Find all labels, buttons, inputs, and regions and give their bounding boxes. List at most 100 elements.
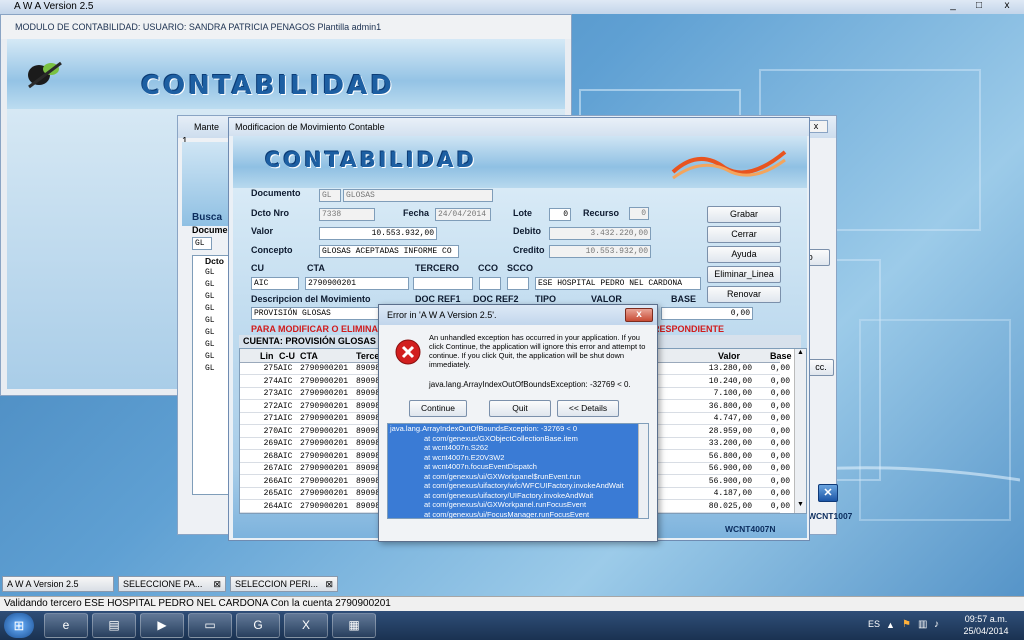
network-icon[interactable]: ▥ bbox=[918, 619, 927, 630]
minimize-button[interactable]: _ bbox=[942, 0, 964, 13]
fecha-field[interactable]: 24/04/2014 bbox=[435, 208, 491, 221]
tray-arrow-icon[interactable]: ▲ bbox=[886, 620, 895, 630]
clock-time[interactable]: 09:57 a.m. bbox=[958, 614, 1014, 624]
mant-row[interactable]: GL bbox=[205, 340, 215, 349]
mant-docume-label: Docume bbox=[192, 225, 228, 235]
eliminar-linea-button[interactable]: Eliminar_Linea bbox=[707, 266, 781, 283]
valor-field[interactable]: 10.553.932,00 bbox=[319, 227, 437, 240]
grabar-button[interactable]: Grabar bbox=[707, 206, 781, 223]
recurso-field[interactable]: 0 bbox=[629, 207, 649, 220]
tercero-label: TERCERO bbox=[415, 263, 460, 273]
dcto-nro-label: Dcto Nro bbox=[251, 208, 289, 218]
trace-scrollbar[interactable] bbox=[638, 424, 648, 518]
cell-valor: 56.900,00 bbox=[708, 464, 752, 473]
error-icon bbox=[395, 339, 421, 365]
cell-valor: 4.187,00 bbox=[713, 489, 752, 498]
ayuda-button[interactable]: Ayuda bbox=[707, 246, 781, 263]
descripcion-label: Descripcion del Movimiento bbox=[251, 294, 371, 304]
excel-icon[interactable]: X bbox=[284, 613, 328, 638]
ie-icon[interactable]: e bbox=[44, 613, 88, 638]
quit-button[interactable]: Quit bbox=[489, 400, 551, 417]
cell-base: 0,00 bbox=[770, 451, 790, 461]
close-button[interactable]: x bbox=[996, 0, 1018, 13]
cell-lin: 274 bbox=[263, 376, 278, 386]
mant-gl-field[interactable]: GL bbox=[192, 237, 212, 250]
scroll-down-icon[interactable]: ▼ bbox=[795, 501, 806, 512]
error-close-button[interactable]: x bbox=[625, 308, 653, 322]
cell-cu: AIC bbox=[278, 401, 293, 411]
doctab-close-icon[interactable]: ⊠ bbox=[325, 577, 333, 591]
doctab-seleccione[interactable]: SELECCIONE PA... ⊠ bbox=[118, 576, 226, 592]
genexus-icon[interactable]: G bbox=[236, 613, 280, 638]
action-center-icon[interactable]: ⚑ bbox=[902, 619, 911, 630]
mant-row[interactable]: GL bbox=[205, 304, 215, 313]
cu-field[interactable]: AIC bbox=[251, 277, 299, 290]
mant-x-icon[interactable]: ✕ bbox=[818, 484, 838, 502]
doctab-awa[interactable]: A W A Version 2.5 bbox=[2, 576, 114, 592]
cerrar-button[interactable]: Cerrar bbox=[707, 226, 781, 243]
cell-valor: 80.025,00 bbox=[708, 501, 752, 511]
cell-lin: 273 bbox=[263, 389, 278, 398]
trace-line: at wcnt4007n.focusEventDispatch bbox=[388, 462, 648, 472]
documento-code-field[interactable]: GL bbox=[319, 189, 341, 202]
awa-logo-icon bbox=[28, 61, 62, 89]
maximize-button[interactable]: □ bbox=[968, 0, 990, 13]
debito-field[interactable]: 3.432.220,00 bbox=[549, 227, 651, 240]
taskbar: ⊞ e ▤ ▶ ▭ G X ▦ ES ▲ ⚑ ▥ ♪ 09:57 a.m. 25… bbox=[0, 611, 1024, 640]
scroll-up-icon[interactable]: ▲ bbox=[795, 349, 806, 360]
cell-cu: AIC bbox=[278, 426, 293, 436]
mant-row[interactable]: GL bbox=[205, 292, 215, 301]
cell-cta: 2790900201 bbox=[300, 451, 349, 461]
tercero-name-field[interactable]: ESE HOSPITAL PEDRO NEL CARDONA bbox=[535, 277, 701, 290]
doctab-seleccion-peri[interactable]: SELECCION PERI... ⊠ bbox=[230, 576, 338, 592]
doctab-close-icon[interactable]: ⊠ bbox=[213, 577, 221, 591]
start-button[interactable]: ⊞ bbox=[4, 613, 34, 638]
modif-banner: CONTABILIDAD bbox=[233, 136, 807, 188]
scco-label: SCCO bbox=[507, 263, 534, 273]
concepto-field[interactable]: GLOSAS ACEPTADAS INFORME CO bbox=[319, 245, 459, 258]
renovar-button[interactable]: Renovar bbox=[707, 286, 781, 303]
error-dialog: Error in 'A W A Version 2.5'. x An unhan… bbox=[378, 304, 658, 542]
mant-row[interactable]: GL bbox=[205, 280, 215, 289]
mant-row[interactable]: GL bbox=[205, 364, 215, 373]
continue-button[interactable]: Continue bbox=[409, 400, 467, 417]
lote-field[interactable]: 0 bbox=[549, 208, 571, 221]
mant-row[interactable]: GL bbox=[205, 328, 215, 337]
mant-cc-button[interactable]: cc. bbox=[808, 359, 834, 376]
cell-lin: 271 bbox=[263, 414, 278, 423]
grid-scrollbar[interactable]: ▲ ▼ bbox=[794, 349, 806, 513]
explorer-icon[interactable]: ▤ bbox=[92, 613, 136, 638]
mant-row[interactable]: GL bbox=[205, 268, 215, 277]
mant-row[interactable]: GL bbox=[205, 316, 215, 325]
media-player-icon[interactable]: ▶ bbox=[140, 613, 184, 638]
cell-base: 0,00 bbox=[770, 401, 790, 411]
cco-field[interactable] bbox=[479, 277, 501, 290]
credito-field[interactable]: 10.553.932,00 bbox=[549, 245, 651, 258]
details-button[interactable]: << Details bbox=[557, 400, 619, 417]
modif-logo-text: CONTABILIDAD bbox=[265, 148, 477, 172]
calculator-icon[interactable]: ▦ bbox=[332, 613, 376, 638]
documento-name-field[interactable]: GLOSAS bbox=[343, 189, 493, 202]
trace-line: at com/genexus/uifactory/UIFactory.invok… bbox=[388, 490, 648, 500]
documento-label: Documento bbox=[251, 188, 301, 198]
descripcion-field[interactable]: PROVISIÓN GLOSAS bbox=[251, 307, 391, 320]
language-indicator[interactable]: ES bbox=[868, 619, 880, 629]
lote-label: Lote bbox=[513, 208, 532, 218]
doc-ref1-label: DOC REF1 bbox=[415, 294, 461, 304]
mant-row[interactable]: GL bbox=[205, 352, 215, 361]
error-stack-trace[interactable]: java.lang.ArrayIndexOutOfBoundsException… bbox=[387, 423, 649, 519]
scco-field[interactable] bbox=[507, 277, 529, 290]
cta-field[interactable]: 2790900201 bbox=[305, 277, 409, 290]
cell-lin: 269 bbox=[263, 439, 278, 448]
base-field[interactable]: 0,00 bbox=[661, 307, 753, 320]
cell-valor: 56.900,00 bbox=[708, 476, 752, 486]
cu-label: CU bbox=[251, 263, 264, 273]
volume-icon[interactable]: ♪ bbox=[934, 619, 939, 630]
cell-cta: 2790900201 bbox=[300, 439, 349, 448]
clock-date[interactable]: 25/04/2014 bbox=[958, 626, 1014, 636]
cell-base: 0,00 bbox=[770, 389, 790, 398]
cmd-icon[interactable]: ▭ bbox=[188, 613, 232, 638]
tercero-field[interactable] bbox=[413, 277, 473, 290]
cell-valor: 10.240,00 bbox=[708, 376, 752, 386]
dcto-nro-field[interactable]: 7338 bbox=[319, 208, 375, 221]
